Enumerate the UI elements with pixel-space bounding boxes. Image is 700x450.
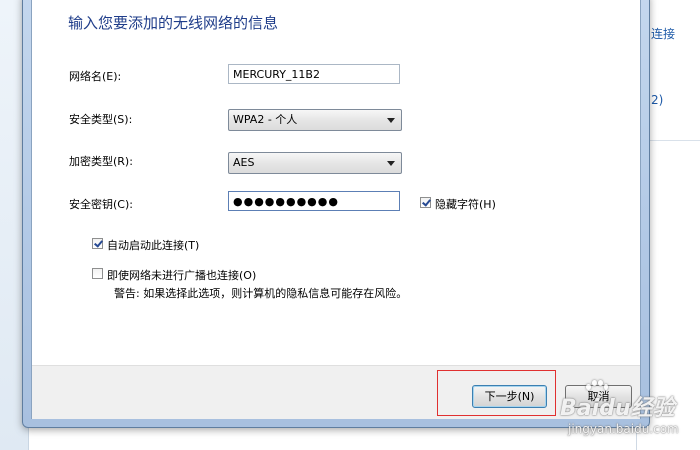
auto-start-checkbox[interactable] xyxy=(92,238,103,249)
security-key-value: ●●●●●●●●●● xyxy=(233,195,339,208)
security-type-label: 安全类型(S): xyxy=(69,113,133,126)
connect-hidden-checkbox[interactable] xyxy=(92,268,103,279)
encryption-type-value: AES xyxy=(233,156,255,169)
privacy-warning-text: 警告: 如果选择此选项，则计算机的隐私信息可能存在风险。 xyxy=(114,287,408,300)
baidu-jingyan-watermark: Baidu经验 jingyan.baidu.com xyxy=(560,376,700,450)
hide-characters-label[interactable]: 隐藏字符(H) xyxy=(435,196,496,212)
background-link[interactable]: 连接 xyxy=(651,25,675,42)
security-type-value: WPA2 - 个人 xyxy=(233,113,298,126)
auto-start-label[interactable]: 自动启动此连接(T) xyxy=(107,237,199,253)
background-divider xyxy=(643,140,700,141)
chevron-down-icon xyxy=(387,118,395,123)
dialog-heading: 输入您要添加的无线网络的信息 xyxy=(68,14,279,32)
encryption-type-select[interactable]: AES xyxy=(228,152,402,174)
security-key-input[interactable]: ●●●●●●●●●● xyxy=(228,191,400,211)
network-name-value: MERCURY_11B2 xyxy=(233,68,320,81)
security-key-label: 安全密钥(C): xyxy=(69,198,133,211)
security-type-select[interactable]: WPA2 - 个人 xyxy=(228,109,402,131)
network-name-input[interactable]: MERCURY_11B2 xyxy=(228,64,400,84)
hide-characters-checkbox[interactable] xyxy=(420,197,431,208)
encryption-type-label: 加密类型(R): xyxy=(69,155,133,168)
connect-hidden-label[interactable]: 即使网络未进行广播也连接(O) xyxy=(107,267,256,283)
add-wireless-network-dialog: 输入您要添加的无线网络的信息 网络名(E): MERCURY_11B2 安全类型… xyxy=(22,0,650,428)
red-highlight-annotation xyxy=(437,370,556,416)
watermark-logo-text: Baidu经验 xyxy=(560,396,675,421)
background-text: 2) xyxy=(651,93,664,107)
dialog-client-area: 输入您要添加的无线网络的信息 网络名(E): MERCURY_11B2 安全类型… xyxy=(31,0,641,419)
network-name-label: 网络名(E): xyxy=(69,70,122,83)
chevron-down-icon xyxy=(387,161,395,166)
watermark-url: jingyan.baidu.com xyxy=(568,422,679,436)
